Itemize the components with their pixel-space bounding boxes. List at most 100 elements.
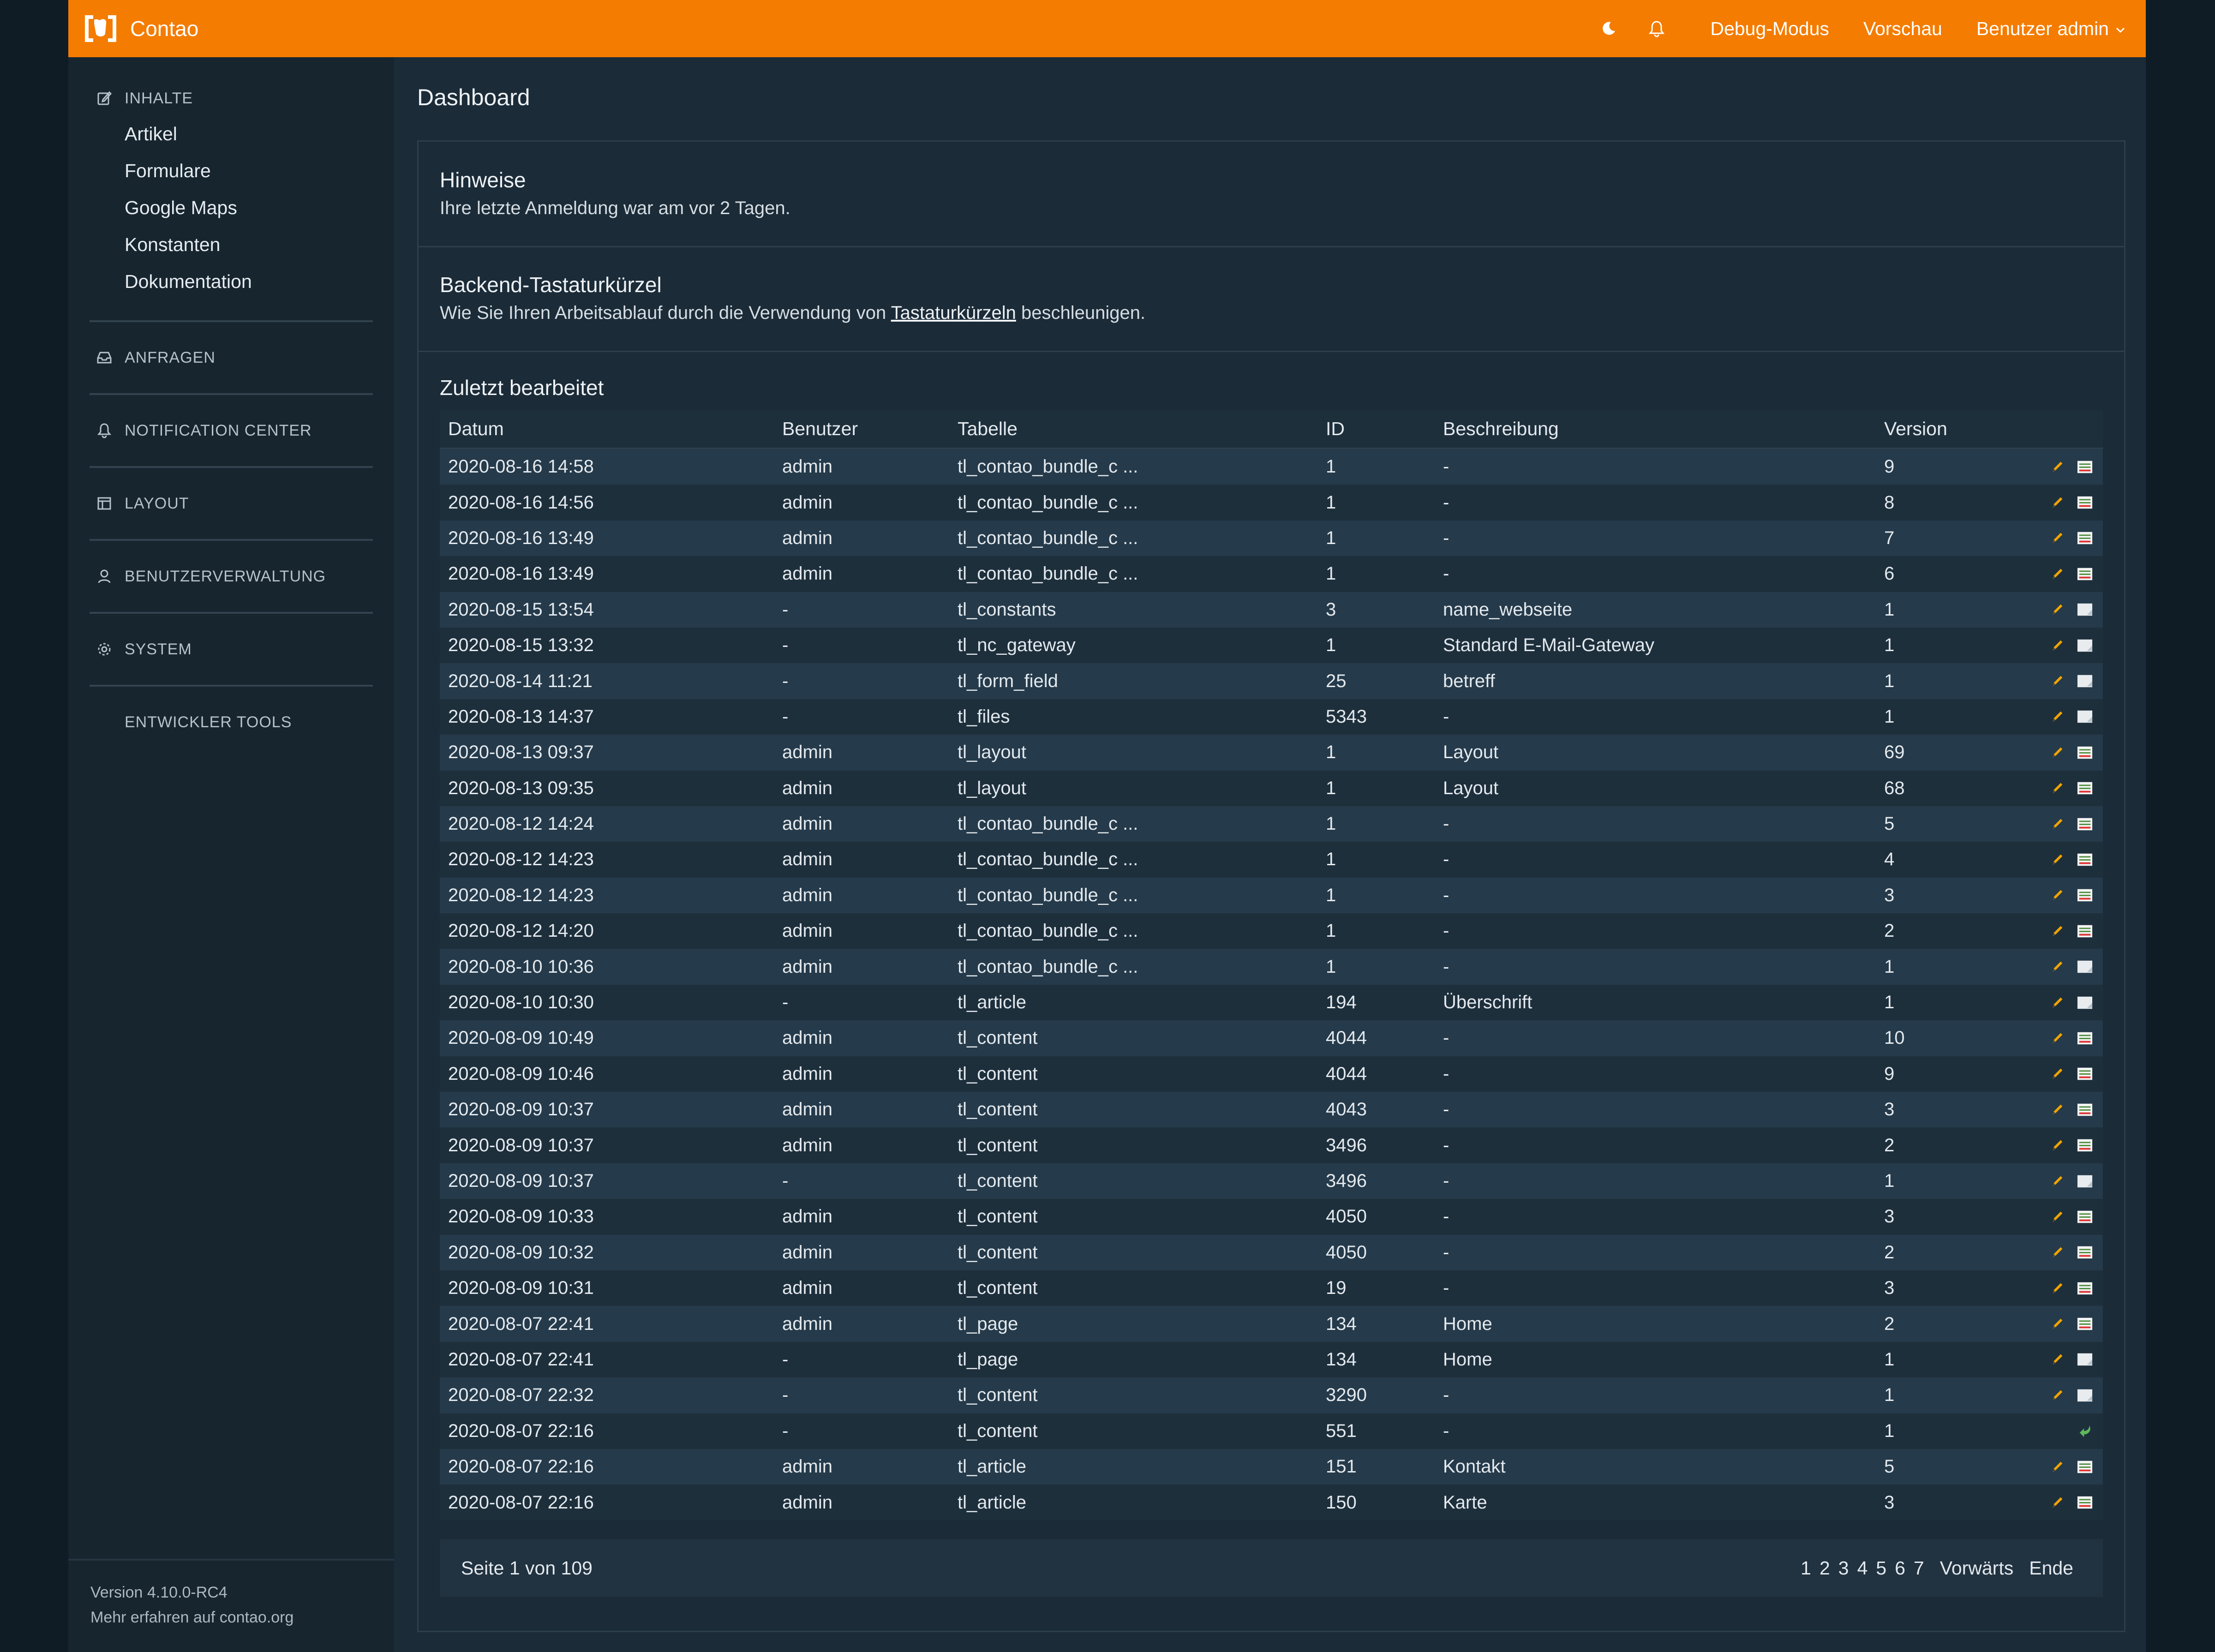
page-last-link[interactable]: Ende (2029, 1557, 2073, 1579)
edit-pencil-icon[interactable] (2049, 1387, 2066, 1404)
edit-pencil-icon[interactable] (2049, 530, 2066, 546)
nav-head-anfragen[interactable]: ANFRAGEN (90, 341, 373, 374)
sidebar-item-artikel[interactable]: Artikel (90, 115, 373, 152)
cell-date: 2020-08-13 09:35 (448, 778, 594, 798)
dark-mode-toggle[interactable] (1598, 18, 1619, 39)
edit-pencil-icon[interactable] (2049, 923, 2066, 940)
page-link-6[interactable]: 6 (1895, 1557, 1905, 1579)
row-actions (2028, 459, 2103, 475)
cell-description: - (1443, 814, 1449, 834)
edit-pencil-icon[interactable] (2049, 708, 2066, 725)
edit-pencil-icon[interactable] (2049, 887, 2066, 904)
show-diff-icon[interactable] (2076, 1030, 2095, 1047)
user-menu-label: Benutzer admin (1976, 18, 2109, 39)
show-diff-icon[interactable] (2076, 494, 2095, 511)
cell-id: 4044 (1326, 1028, 1367, 1048)
debug-mode-link[interactable]: Debug-Modus (1710, 18, 1829, 40)
cell-table: tl_contao_bundle_c ... (958, 527, 1138, 548)
nav-head-entwickler-tools[interactable]: ENTWICKLER TOOLS (90, 706, 373, 738)
cell-version: 4 (1884, 849, 1895, 870)
contao-org-link[interactable]: Mehr erfahren auf contao.org (90, 1609, 293, 1627)
show-diff-icon[interactable] (2076, 1459, 2095, 1475)
show-diff-icon[interactable] (2076, 744, 2095, 761)
row-actions (2028, 1173, 2103, 1190)
cell-id: 1 (1326, 635, 1336, 656)
cell-id: 1 (1326, 921, 1336, 941)
shortcuts-section: Backend-Tastaturkürzel Wie Sie Ihren Arb… (419, 247, 2124, 352)
edit-pencil-icon[interactable] (2049, 494, 2066, 511)
row-actions (2028, 637, 2103, 654)
sidebar-item-dokumentation[interactable]: Dokumentation (90, 263, 373, 300)
page-link-2[interactable]: 2 (1820, 1557, 1830, 1579)
show-diff-icon[interactable] (2076, 1494, 2095, 1511)
cell-table: tl_content (958, 1206, 1038, 1227)
page-link-7[interactable]: 7 (1914, 1557, 1924, 1579)
nav-head-layout[interactable]: LAYOUT (90, 487, 373, 520)
show-diff-icon[interactable] (2076, 1065, 2095, 1082)
edit-pencil-icon[interactable] (2049, 1316, 2066, 1332)
show-diff-icon[interactable] (2076, 780, 2095, 796)
show-diff-icon[interactable] (2076, 530, 2095, 546)
brand[interactable]: Contao (83, 13, 198, 44)
edit-pencil-icon[interactable] (2049, 1101, 2066, 1118)
cell-date: 2020-08-16 13:49 (448, 527, 594, 548)
cell-description: - (1443, 1278, 1449, 1299)
edit-pencil-icon[interactable] (2049, 459, 2066, 475)
edit-pencil-icon[interactable] (2049, 994, 2066, 1011)
edit-pencil-icon[interactable] (2049, 1173, 2066, 1190)
user-menu[interactable]: Benutzer admin (1976, 18, 2125, 40)
edit-pencil-icon[interactable] (2049, 1244, 2066, 1261)
show-diff-icon[interactable] (2076, 816, 2095, 832)
edit-pencil-icon[interactable] (2049, 816, 2066, 832)
page-link-4[interactable]: 4 (1857, 1557, 1868, 1579)
show-diff-icon[interactable] (2076, 566, 2095, 582)
table-row: 2020-08-13 14:37 - tl_files 5343 - 1 (440, 699, 2103, 735)
show-diff-icon[interactable] (2076, 1244, 2095, 1261)
nav-head-notification-center[interactable]: NOTIFICATION CENTER (90, 414, 373, 447)
cell-id: 3 (1326, 599, 1336, 620)
edit-pencil-icon[interactable] (2049, 1351, 2066, 1368)
edit-pencil-icon[interactable] (2049, 1065, 2066, 1082)
col-beschreibung: Beschreibung (1443, 418, 1559, 439)
cell-date: 2020-08-09 10:37 (448, 1099, 594, 1120)
sidebar-item-google-maps[interactable]: Google Maps (90, 189, 373, 226)
edit-pencil-icon[interactable] (2049, 1030, 2066, 1047)
edit-pencil-icon[interactable] (2049, 1137, 2066, 1154)
show-diff-icon[interactable] (2076, 1209, 2095, 1225)
show-diff-icon[interactable] (2076, 1137, 2095, 1154)
show-diff-icon[interactable] (2076, 1101, 2095, 1118)
page-next-link[interactable]: Vorwärts (1940, 1557, 2014, 1579)
edit-pencil-icon[interactable] (2049, 566, 2066, 582)
show-diff-icon[interactable] (2076, 1316, 2095, 1332)
nav-head-benutzerverwaltung[interactable]: BENUTZERVERWALTUNG (90, 560, 373, 593)
edit-pencil-icon[interactable] (2049, 958, 2066, 975)
show-diff-icon[interactable] (2076, 923, 2095, 940)
sidebar-item-formulare[interactable]: Formulare (90, 152, 373, 189)
edit-pencil-icon[interactable] (2049, 637, 2066, 654)
shortcuts-link[interactable]: Tastaturkürzeln (891, 303, 1016, 323)
edit-pencil-icon[interactable] (2049, 780, 2066, 796)
show-diff-icon[interactable] (2076, 887, 2095, 904)
restore-icon[interactable] (2078, 1423, 2095, 1439)
page-link-5[interactable]: 5 (1876, 1557, 1886, 1579)
show-diff-icon[interactable] (2076, 459, 2095, 475)
edit-pencil-icon[interactable] (2049, 1459, 2066, 1475)
edit-pencil-icon[interactable] (2049, 851, 2066, 868)
show-diff-icon[interactable] (2076, 1280, 2095, 1297)
edit-pencil-icon[interactable] (2049, 1494, 2066, 1511)
cell-description: Karte (1443, 1492, 1487, 1513)
edit-pencil-icon[interactable] (2049, 673, 2066, 689)
edit-pencil-icon[interactable] (2049, 601, 2066, 618)
edit-pencil-icon[interactable] (2049, 1280, 2066, 1297)
preview-link[interactable]: Vorschau (1863, 18, 1942, 40)
cell-table: tl_content (958, 1028, 1038, 1048)
table-row: 2020-08-10 10:36 admin tl_contao_bundle_c … (440, 949, 2103, 985)
page-link-3[interactable]: 3 (1838, 1557, 1849, 1579)
notifications-button[interactable] (1646, 18, 1667, 39)
show-diff-icon[interactable] (2076, 851, 2095, 868)
edit-pencil-icon[interactable] (2049, 1209, 2066, 1225)
nav-head-inhalte[interactable]: INHALTE (90, 81, 373, 115)
nav-head-system[interactable]: SYSTEM (90, 633, 373, 665)
edit-pencil-icon[interactable] (2049, 744, 2066, 761)
sidebar-item-konstanten[interactable]: Konstanten (90, 226, 373, 263)
